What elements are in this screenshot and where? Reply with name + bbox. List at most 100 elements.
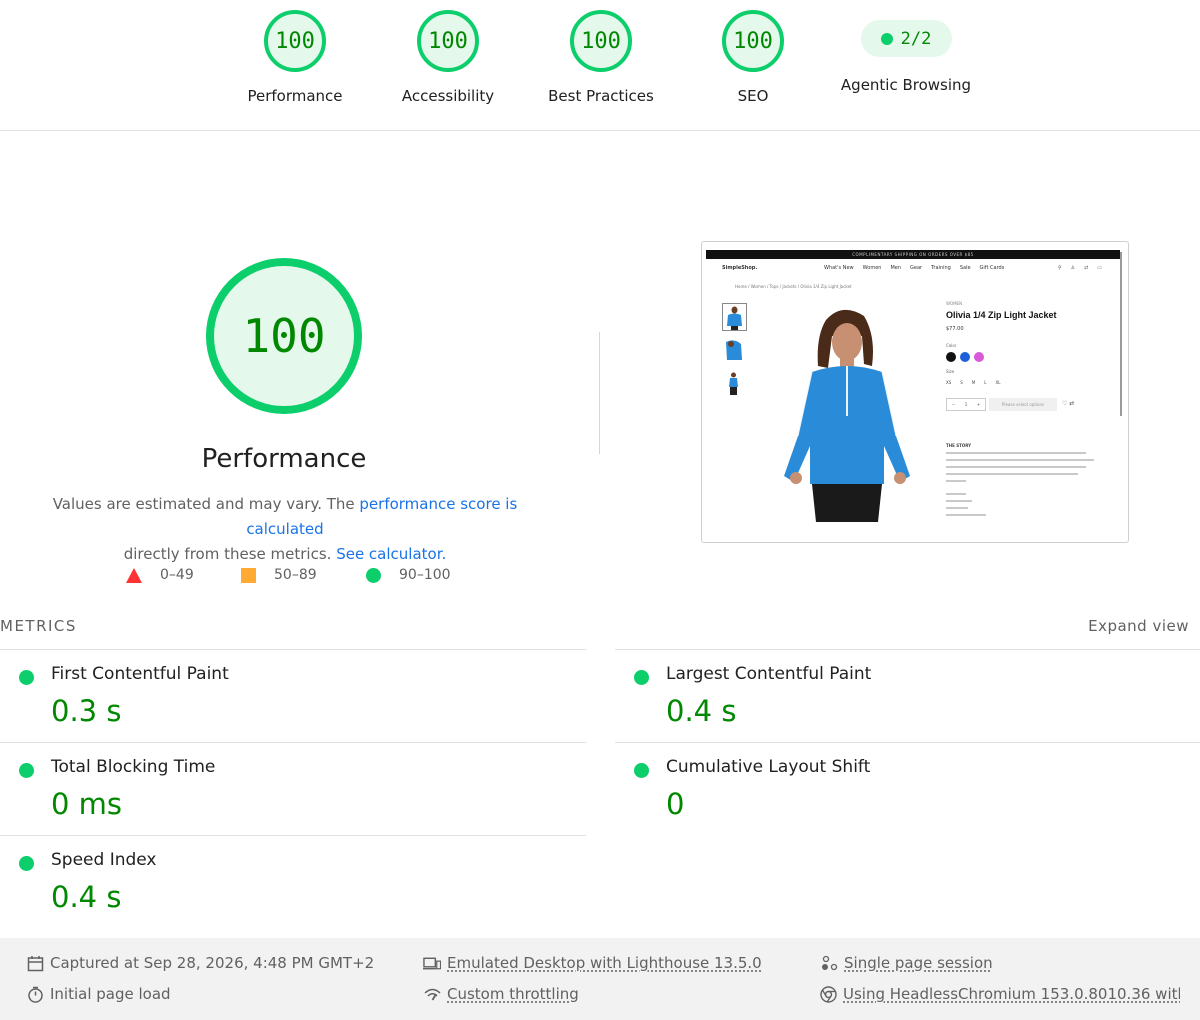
divider [615, 649, 1200, 650]
user-icon: ♙ [1070, 265, 1076, 271]
shop-brand: SimpleShop. [722, 265, 758, 271]
size-option: XS [946, 380, 952, 385]
gauge-accessibility[interactable]: 100 Accessibility [373, 10, 523, 105]
qty-stepper: − 1 + [946, 398, 986, 411]
legend-fail: 0–49 [126, 567, 194, 583]
score-ring: 100 [570, 10, 632, 72]
add-to-cart-button: Please select options [989, 398, 1057, 411]
metric-cumulative-layout-shift: Cumulative Layout Shift 0 [634, 757, 1194, 827]
promo-bar: COMPLIMENTARY SHIPPING ON ORDERS OVER $8… [706, 250, 1120, 259]
gauge-label: Performance [247, 87, 343, 105]
metric-name: Cumulative Layout Shift [666, 757, 871, 777]
swatch-black [946, 352, 956, 362]
final-screenshot[interactable]: COMPLIMENTARY SHIPPING ON ORDERS OVER $8… [701, 241, 1129, 543]
emulated-device[interactable]: Emulated Desktop with Lighthouse 13.5.0 [423, 954, 762, 972]
nav-link: Training [931, 265, 951, 271]
score-ring: 100 [264, 10, 326, 72]
desc-text: directly from these metrics. [123, 545, 337, 563]
load-text: Initial page load [50, 985, 171, 1003]
size-option: XL [995, 380, 1001, 385]
pass-dot-icon [634, 763, 649, 778]
desc-text: Values are estimated and may vary. The [52, 495, 360, 513]
browser-text: Using HeadlessChromium 153.0.8010.36 wit… [843, 985, 1180, 1003]
divider [0, 835, 586, 836]
captured-at: Captured at Sep 28, 2026, 4:48 PM GMT+2 [26, 954, 374, 972]
agentic-pill: 2/2 [860, 20, 952, 57]
calendar-icon [26, 954, 44, 972]
story-label: THE STORY [946, 443, 971, 448]
metric-name: Speed Index [51, 850, 157, 870]
captured-text: Captured at Sep 28, 2026, 4:48 PM GMT+2 [50, 954, 375, 972]
divider [0, 649, 586, 650]
metric-name: Largest Contentful Paint [666, 664, 872, 684]
chrome-icon [820, 985, 837, 1003]
gauge-label: Accessibility [401, 87, 495, 105]
product-thumbnail [722, 370, 747, 398]
shop-nav: SimpleShop. What's New Women Men Gear Tr… [722, 265, 1102, 273]
gauge-label: Best Practices [548, 87, 654, 105]
devices-icon [423, 954, 441, 972]
gauge-performance[interactable]: 100 Performance [220, 10, 370, 105]
wishlist-heart-icon: ♡ ⇄ [1062, 400, 1075, 407]
performance-description: Values are estimated and may vary. The p… [20, 492, 550, 567]
score-summary-bar: 100 Performance 100 Accessibility 100 Be… [0, 0, 1200, 131]
score-value: 100 [275, 28, 315, 54]
feature-bullets [946, 493, 986, 521]
plus-icon: + [976, 402, 981, 407]
expand-view-toggle[interactable]: Expand view [1088, 617, 1189, 635]
metrics-header: METRICS [0, 617, 77, 635]
runtime-settings-footer: Captured at Sep 28, 2026, 4:48 PM GMT+2 … [0, 938, 1200, 1020]
shop-nav-links: What's New Women Men Gear Training Sale … [824, 265, 1004, 271]
metric-largest-contentful-paint: Largest Contentful Paint 0.4 s [634, 664, 1194, 734]
size-option: L [984, 380, 987, 385]
pass-dot-icon [19, 670, 34, 685]
initial-page-load: Initial page load [26, 985, 171, 1003]
performance-score: 100 [242, 309, 326, 363]
swatch-blue [960, 352, 970, 362]
nav-link: Gift Cards [979, 265, 1005, 271]
search-icon: ⚲ [1057, 265, 1062, 271]
legend-range: 0–49 [160, 567, 194, 583]
pass-dot-icon [19, 856, 34, 871]
legend-range: 50–89 [274, 567, 317, 583]
metric-total-blocking-time: Total Blocking Time 0 ms [19, 757, 579, 827]
throttling[interactable]: Custom throttling [423, 985, 579, 1003]
see-calculator-link[interactable]: See calculator. [336, 545, 446, 563]
gauge-seo[interactable]: 100 SEO [678, 10, 828, 105]
size-options: XS S M L XL [946, 380, 1000, 385]
session-text: Single page session [844, 954, 993, 972]
score-legend: 0–49 50–89 90–100 [0, 567, 600, 587]
wifi-icon [423, 985, 441, 1003]
score-ring: 100 [417, 10, 479, 72]
product-title: Olivia 1/4 Zip Light Jacket [946, 310, 1057, 320]
pass-dot-icon [19, 763, 34, 778]
timer-icon [26, 985, 44, 1003]
gauge-agentic-browsing[interactable]: 2/2 Agentic Browsing [831, 10, 981, 94]
score-value: 100 [581, 28, 621, 54]
browser-version[interactable]: Using HeadlessChromium 153.0.8010.36 wit… [820, 985, 1180, 1003]
performance-score-gauge: 100 [206, 258, 362, 414]
metric-value: 0.4 s [666, 694, 737, 728]
screenshot-scrollbar [1120, 252, 1122, 416]
session-type[interactable]: Single page session [820, 954, 993, 972]
product-thumbnail [722, 303, 747, 331]
performance-title: Performance [201, 444, 367, 474]
shop-breadcrumb: Home / Women / Tops / Jackets / Olivia 1… [735, 284, 852, 289]
product-price: $77.00 [946, 326, 964, 332]
metric-value: 0 ms [51, 787, 123, 821]
metric-value: 0 [666, 787, 685, 821]
metric-value: 0.3 s [51, 694, 122, 728]
metric-speed-index: Speed Index 0.4 s [19, 850, 579, 920]
size-option: M [971, 380, 976, 385]
gauge-best-practices[interactable]: 100 Best Practices [526, 10, 676, 105]
size-option: S [960, 380, 963, 385]
average-square-icon [241, 567, 256, 583]
emulated-text: Emulated Desktop with Lighthouse 13.5.0 [447, 954, 762, 972]
size-label: Size [946, 369, 955, 374]
divider [615, 742, 1200, 743]
story-text [946, 452, 1096, 487]
score-value: 100 [428, 28, 468, 54]
gauge-label: SEO [737, 87, 769, 105]
legend-average: 50–89 [241, 567, 317, 583]
product-category: WOMEN [946, 301, 963, 306]
